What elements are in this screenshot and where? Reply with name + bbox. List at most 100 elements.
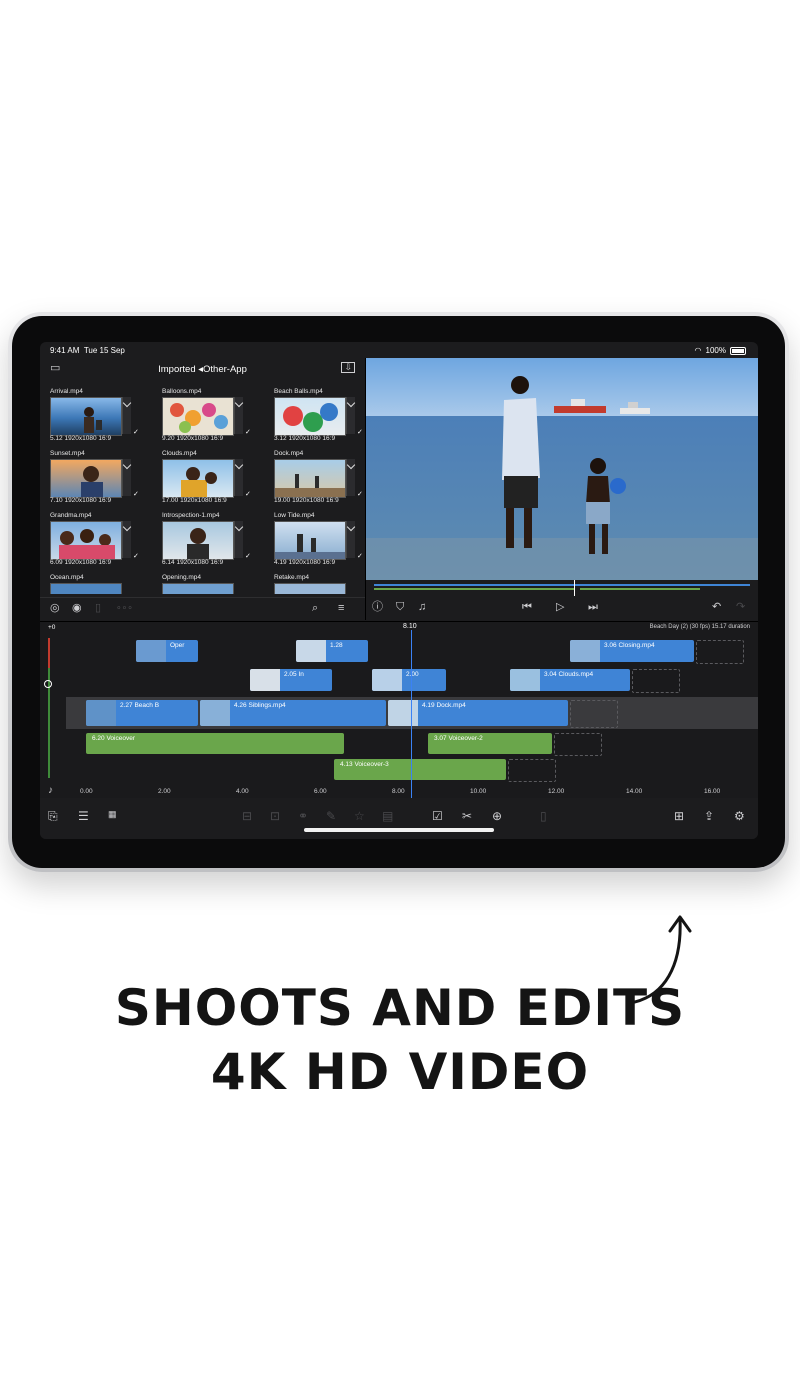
project-info: Beach Day (2) (30 fps) 15.17 duration: [649, 624, 750, 630]
settings-icon[interactable]: ⚙: [734, 810, 745, 822]
clip-thumbnail: [50, 583, 122, 594]
skip-back-icon[interactable]: ⏮: [522, 602, 532, 613]
clip-handle[interactable]: [346, 521, 355, 558]
select-icon[interactable]: ◎: [50, 603, 60, 614]
clip-handle[interactable]: [122, 459, 131, 496]
media-title[interactable]: Imported ◂Other-App: [40, 364, 365, 375]
media-item[interactable]: Balloons.mp4 9.20 1920x1080 16:9 ✓: [160, 388, 260, 446]
clip-handle[interactable]: [346, 397, 355, 434]
skip-forward-icon[interactable]: ⏭: [588, 602, 598, 613]
search-icon[interactable]: ⌕: [312, 603, 318, 614]
check-icon: ✓: [245, 553, 251, 560]
check-icon: ✓: [357, 553, 363, 560]
media-item[interactable]: Ocean.mp4: [48, 574, 148, 594]
status-time: 9:41 AM Tue 15 Sep: [50, 346, 125, 355]
transition-slot[interactable]: [696, 640, 744, 664]
battery-text: 100%: [705, 346, 726, 355]
play-icon[interactable]: ▷: [556, 602, 564, 613]
video-frame[interactable]: [366, 358, 758, 580]
battery-icon: [730, 346, 746, 355]
import-icon[interactable]: ⇩: [341, 362, 355, 373]
video-clip[interactable]: 3.04 Clouds.mp4: [510, 669, 630, 691]
clipboard-icon[interactable]: ▤: [382, 810, 393, 822]
delete-icon[interactable]: ▯: [540, 810, 547, 822]
export-icon[interactable]: ⎘: [48, 810, 58, 822]
clip-thumbnail: [162, 459, 234, 498]
media-item[interactable]: Sunset.mp4 7.10 1920x1080 16:9 ✓: [48, 450, 148, 508]
media-item[interactable]: Low Tide.mp4 4.19 1920x1080 16:9 ✓: [272, 512, 372, 570]
app-screen: 9:41 AM Tue 15 Sep ◠ 100% ▭ Imported ◂Ot…: [40, 342, 758, 839]
clip-thumbnail: [274, 397, 346, 436]
undo-icon[interactable]: ↶: [712, 602, 721, 613]
info-icon[interactable]: ⓘ: [372, 602, 383, 613]
headline-line-2: 4K HD VIDEO: [210, 1043, 590, 1101]
playhead[interactable]: [411, 630, 412, 802]
transition-slot[interactable]: [508, 759, 556, 782]
favorite-icon[interactable]: ☆: [354, 810, 365, 822]
split-icon[interactable]: ⊟: [242, 810, 252, 822]
media-item[interactable]: Arrival.mp4 5.12 1920x1080 16:9 ✓: [48, 388, 148, 446]
video-clip[interactable]: Oper: [136, 640, 198, 662]
clip-handle[interactable]: [234, 459, 243, 496]
media-item[interactable]: Introspection-1.mp4 6.14 1920x1080 16:9 …: [160, 512, 260, 570]
marker-icon[interactable]: ⛉: [396, 602, 404, 613]
clip-handle[interactable]: [122, 397, 131, 434]
audio-clip[interactable]: 6.20 Voiceover: [86, 733, 344, 754]
detach-icon[interactable]: ⊡: [270, 810, 280, 822]
home-indicator: [304, 828, 494, 832]
media-item[interactable]: Dock.mp4 19.00 1920x1080 16:9 ✓: [272, 450, 372, 508]
media-item[interactable]: Grandma.mp4 6.09 1920x1080 16:9 ✓: [48, 512, 148, 570]
scissors-icon[interactable]: ✂: [462, 810, 472, 822]
video-track-2: 2.05 In 2.00 3.04 Clouds.mp4: [66, 669, 758, 693]
transition-slot[interactable]: [632, 669, 680, 693]
video-clip[interactable]: 2.00: [372, 669, 446, 691]
clip-handle[interactable]: [234, 521, 243, 558]
select-tool-icon[interactable]: ☑: [432, 810, 443, 822]
video-clip[interactable]: 4.26 Siblings.mp4: [200, 700, 386, 726]
clip-thumbnail: [274, 521, 346, 560]
pencil-icon[interactable]: ✎: [326, 810, 336, 822]
video-clip[interactable]: 1.28: [296, 640, 368, 662]
media-item[interactable]: Clouds.mp4 17.00 1920x1080 16:9 ✓: [160, 450, 260, 508]
media-item[interactable]: Opening.mp4: [160, 574, 260, 594]
video-clip[interactable]: 3.06 Closing.mp4: [570, 640, 694, 662]
check-icon: ✓: [133, 553, 139, 560]
audio-clip[interactable]: 3.07 Voiceover-2: [428, 733, 552, 754]
speaker-icon[interactable]: ♪: [48, 786, 53, 796]
viewer-mini-timeline[interactable]: [366, 580, 758, 596]
clip-thumbnail: [162, 583, 234, 594]
record-icon[interactable]: ◉: [72, 603, 82, 614]
video-clip[interactable]: 4.19 Dock.mp4: [388, 700, 568, 726]
layout-switch-icon[interactable]: ⊞: [674, 810, 684, 822]
share-icon[interactable]: ⇪: [704, 810, 714, 822]
redo-icon[interactable]: ↷: [736, 602, 745, 613]
clip-thumbnail: [50, 459, 122, 498]
clip-thumbnail: [50, 397, 122, 436]
video-clip[interactable]: 2.27 Beach B: [86, 700, 198, 726]
bottom-toolbar: ⎘ ☰ ▦ ⊟ ⊡ ⚭ ✎ ☆ ▤ ☑ ✂ ⊕ ▯ ⊞ ⇪ ⚙: [40, 798, 758, 839]
transition-slot[interactable]: [554, 733, 602, 756]
clip-handle[interactable]: [346, 459, 355, 496]
media-item[interactable]: Retake.mp4: [272, 574, 372, 594]
check-icon: ✓: [357, 491, 363, 498]
clip-handle[interactable]: [234, 397, 243, 434]
check-icon: ✓: [133, 491, 139, 498]
trash-icon[interactable]: ▯: [95, 603, 101, 614]
timeline[interactable]: +0 8.10 Beach Day (2) (30 fps) 15.17 dur…: [40, 621, 758, 802]
link-icon[interactable]: ⚭: [298, 810, 308, 822]
layout-icon[interactable]: ▦: [108, 810, 117, 819]
audio-track-1: 6.20 Voiceover 3.07 Voiceover-2: [66, 733, 758, 756]
media-toolbar: ◎ ◉ ▯ ∘∘∘ ⌕ ≡: [40, 597, 365, 620]
media-item[interactable]: Beach Balls.mp4 3.12 1920x1080 16:9 ✓: [272, 388, 372, 446]
sort-icon[interactable]: ≡: [338, 603, 344, 614]
add-icon[interactable]: ⊕: [492, 810, 502, 822]
check-icon: ✓: [133, 429, 139, 436]
more-icon[interactable]: ∘∘∘: [116, 603, 133, 612]
check-icon: ✓: [245, 429, 251, 436]
add-music-icon[interactable]: ♫: [418, 602, 426, 613]
transition-slot[interactable]: [570, 700, 618, 728]
clip-handle[interactable]: [122, 521, 131, 558]
inspector-icon[interactable]: ☰: [78, 810, 89, 822]
audio-clip[interactable]: 4.13 Voiceover-3: [334, 759, 506, 780]
video-clip[interactable]: 2.05 In: [250, 669, 332, 691]
